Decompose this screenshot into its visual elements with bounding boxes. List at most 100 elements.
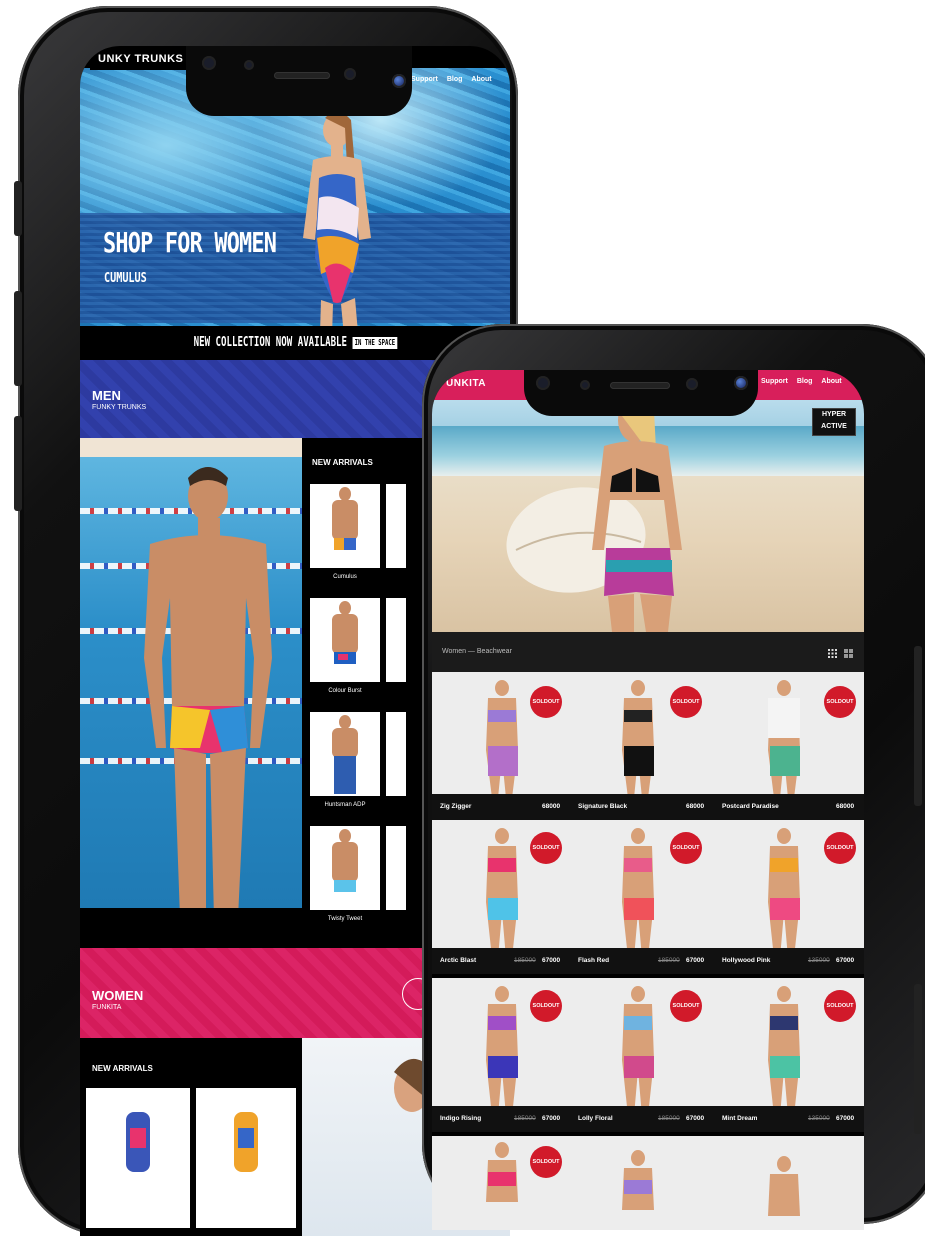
product-old-price: 135000: [808, 1115, 830, 1122]
product-price: 68000: [836, 803, 855, 810]
banner-text: NEW COLLECTION NOW AVAILABLE: [193, 335, 347, 350]
side-button: [14, 181, 22, 236]
phone2-notch: [524, 370, 758, 416]
nav-support[interactable]: Support: [411, 76, 438, 83]
nav-links: Support Blog About: [402, 76, 492, 83]
brand-logo[interactable]: UNKY TRUNKS: [90, 48, 192, 70]
product-name[interactable]: Lolly Floral: [578, 1115, 613, 1122]
grid-view-icon[interactable]: [828, 649, 837, 658]
product-name: Colour Burst: [328, 688, 362, 694]
product-old-price: 185000: [514, 1115, 536, 1122]
breadcrumb-bar: Women — Beachwear: [432, 632, 864, 672]
women-arrivals-title: NEW ARRIVALS: [92, 1064, 153, 1073]
soldout-badge: SOLDOUT: [824, 832, 856, 864]
product-name: Huntsman ADP: [324, 802, 366, 808]
product-price: 67000: [542, 957, 561, 964]
product-card-partial[interactable]: [386, 712, 406, 796]
product-info-bar: Zig Zigger 68000 Signature Black 68000 P…: [432, 794, 864, 820]
phone2-screen: UNKITA Support Blog About HYPER ACTIVE W…: [432, 370, 864, 1230]
product-name[interactable]: Hollywood Pink: [722, 957, 770, 964]
product-price: 67000: [686, 957, 705, 964]
soldout-badge: SOLDOUT: [824, 990, 856, 1022]
product-image[interactable]: [472, 1142, 532, 1202]
product-name[interactable]: Flash Red: [578, 957, 609, 964]
hyper-active-logo: HYPER ACTIVE: [812, 408, 856, 436]
hero-subtitle: CUMULUS: [104, 271, 147, 286]
men-title: MEN: [92, 388, 121, 403]
power-button: [914, 646, 922, 806]
product-card-partial[interactable]: [386, 598, 406, 682]
product-card[interactable]: [86, 1088, 190, 1228]
men-hero-photo: [80, 438, 302, 908]
product-image[interactable]: [608, 1150, 668, 1210]
product-card[interactable]: [310, 826, 380, 910]
product-image[interactable]: [472, 680, 532, 798]
volume-up-button: [14, 291, 22, 386]
volume-down-button: [14, 416, 22, 511]
product-card[interactable]: [310, 484, 380, 568]
product-image[interactable]: [608, 828, 668, 958]
product-old-price: 185000: [658, 1115, 680, 1122]
hero-image-beach: HYPER ACTIVE: [432, 400, 864, 632]
product-image[interactable]: [754, 1156, 814, 1216]
product-card[interactable]: [310, 598, 380, 682]
product-price: 67000: [836, 1115, 855, 1122]
product-price: 67000: [542, 1115, 561, 1122]
product-image[interactable]: [472, 986, 532, 1116]
nav-about[interactable]: About: [821, 378, 841, 385]
brand-logo[interactable]: UNKITA: [446, 378, 486, 389]
soldout-badge: SOLDOUT: [530, 832, 562, 864]
product-image[interactable]: [472, 828, 532, 958]
hero-title: SHOP FOR WOMEN: [103, 226, 277, 259]
product-image[interactable]: [608, 680, 668, 798]
swimsuit-model-figure: [303, 111, 371, 338]
product-name[interactable]: Postcard Paradise: [722, 803, 779, 810]
hyper-logo-line2: ACTIVE: [821, 423, 847, 430]
women-title: WOMEN: [92, 988, 144, 1003]
product-name[interactable]: Indigo Rising: [440, 1115, 481, 1122]
nav-blog[interactable]: Blog: [797, 378, 813, 385]
breadcrumb[interactable]: Women — Beachwear: [442, 648, 512, 655]
women-subtitle: FUNKITA: [92, 1004, 122, 1011]
banner-logo: IN THE SPACE: [352, 336, 397, 349]
product-name[interactable]: Zig Zigger: [440, 803, 471, 810]
phone1-notch: [186, 46, 412, 116]
nav-about[interactable]: About: [471, 76, 491, 83]
product-name[interactable]: Arctic Blast: [440, 957, 476, 964]
product-card-partial[interactable]: [386, 826, 406, 910]
phone-mockup-front: UNKITA Support Blog About HYPER ACTIVE W…: [422, 324, 925, 1230]
product-name: Cumulus: [333, 574, 357, 580]
list-view-icon[interactable]: [844, 649, 853, 658]
soldout-badge: SOLDOUT: [670, 832, 702, 864]
product-card[interactable]: [310, 712, 380, 796]
product-image[interactable]: [754, 986, 814, 1116]
soldout-badge: SOLDOUT: [530, 1146, 562, 1178]
product-old-price: 185000: [514, 957, 536, 964]
hyper-logo-line1: HYPER: [821, 411, 847, 418]
product-info-bar: Indigo Rising 185000 67000 Lolly Floral …: [432, 1106, 864, 1132]
new-arrivals-title: NEW ARRIVALS: [312, 458, 373, 467]
soldout-badge: SOLDOUT: [530, 686, 562, 718]
product-name[interactable]: Signature Black: [578, 803, 627, 810]
product-info-bar: Arctic Blast 185000 67000 Flash Red 1850…: [432, 948, 864, 974]
product-image[interactable]: [754, 680, 814, 798]
product-price: 67000: [686, 1115, 705, 1122]
product-old-price: 185000: [658, 957, 680, 964]
surfer-figure: [506, 400, 682, 632]
product-card-partial[interactable]: [386, 484, 406, 568]
nav-blog[interactable]: Blog: [447, 76, 463, 83]
side-button-lower: [914, 984, 922, 1134]
product-image[interactable]: [608, 986, 668, 1116]
male-swimmer-figure: [144, 467, 272, 908]
product-image[interactable]: [754, 828, 814, 958]
product-old-price: 135000: [808, 957, 830, 964]
product-price: 68000: [686, 803, 705, 810]
product-name[interactable]: Mint Dream: [722, 1115, 757, 1122]
nav-support[interactable]: Support: [761, 378, 788, 385]
soldout-badge: SOLDOUT: [670, 990, 702, 1022]
nav-links: Support Blog About: [752, 378, 842, 385]
women-new-arrivals: NEW ARRIVALS: [80, 1038, 302, 1236]
product-card[interactable]: [196, 1088, 296, 1228]
product-price: 68000: [542, 803, 561, 810]
soldout-badge: SOLDOUT: [530, 990, 562, 1022]
